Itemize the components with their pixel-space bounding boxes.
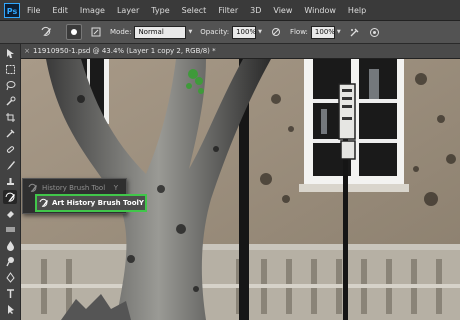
pressure-opacity-icon[interactable]	[270, 26, 282, 38]
brush-icon	[6, 160, 15, 170]
brush-tool[interactable]	[3, 158, 17, 172]
mode-label: Mode:	[110, 28, 132, 36]
menu-type[interactable]: Type	[151, 6, 169, 15]
menu-bar: Ps File Edit Image Layer Type Select Fil…	[0, 0, 460, 21]
airbrush-icon[interactable]	[349, 26, 361, 38]
gradient-tool[interactable]	[3, 222, 17, 236]
clone-stamp-tool[interactable]	[3, 174, 17, 188]
document-title: 11910950-1.psd @ 43.4% (Layer 1 copy 2, …	[33, 47, 216, 55]
opacity-label: Opacity:	[200, 28, 230, 36]
eraser-icon	[6, 210, 14, 218]
type-icon	[6, 288, 14, 298]
flyout-item-art-history-brush[interactable]: Art History Brush Tool Y	[35, 194, 147, 212]
move-tool[interactable]	[3, 46, 17, 60]
menu-edit[interactable]: Edit	[52, 6, 68, 15]
options-bar: Mode: Normal ▼ Opacity: 100% ▼ Flow: 100…	[0, 21, 460, 44]
history-brush-icon	[5, 192, 15, 202]
flyout-item-shortcut: Y	[138, 199, 144, 207]
flyout-item-shortcut: Y	[113, 184, 118, 192]
path-select-icon	[7, 304, 14, 314]
crop-tool[interactable]	[3, 110, 17, 124]
lasso-tool[interactable]	[3, 78, 17, 92]
path-select-tool[interactable]	[3, 302, 17, 316]
menu-view[interactable]: View	[273, 6, 292, 15]
lasso-icon	[6, 80, 15, 90]
chevron-down-icon[interactable]: ▼	[258, 29, 262, 35]
history-brush-flyout: History Brush Tool Y Art History Brush T…	[22, 178, 147, 214]
quick-select-tool[interactable]	[3, 94, 17, 108]
document-tab[interactable]: × 11910950-1.psd @ 43.4% (Layer 1 copy 2,…	[21, 44, 460, 59]
history-brush-icon	[41, 26, 51, 36]
menu-layer[interactable]: Layer	[117, 6, 139, 15]
flow-label: Flow:	[289, 28, 308, 36]
spot-healing-icon	[6, 145, 14, 153]
quick-select-icon	[5, 96, 15, 106]
menu-filter[interactable]: Filter	[218, 6, 238, 15]
dodge-tool[interactable]	[3, 254, 17, 268]
pen-tool[interactable]	[3, 270, 17, 284]
move-icon	[6, 48, 14, 58]
blur-tool[interactable]	[3, 238, 17, 252]
flow-field[interactable]: 100%	[310, 25, 335, 39]
flyout-item-history-brush[interactable]: History Brush Tool Y	[25, 181, 122, 195]
tools-panel	[0, 44, 21, 320]
brush-preset-picker[interactable]	[66, 24, 82, 40]
eyedropper-icon	[6, 129, 14, 137]
brush-tip-icon	[71, 29, 77, 35]
menu-help[interactable]: Help	[348, 6, 366, 15]
eyedropper-tool[interactable]	[3, 126, 17, 140]
chevron-down-icon[interactable]: ▼	[337, 29, 341, 35]
menu-select[interactable]: Select	[182, 6, 207, 15]
menu-window[interactable]: Window	[304, 6, 336, 15]
history-brush-tool[interactable]	[3, 190, 17, 204]
photoshop-logo: Ps	[4, 2, 20, 18]
type-tool[interactable]	[3, 286, 17, 300]
close-icon[interactable]: ×	[21, 44, 33, 58]
pen-icon	[5, 271, 15, 283]
dodge-icon	[5, 256, 14, 266]
eraser-tool[interactable]	[3, 206, 17, 220]
history-brush-icon	[27, 182, 39, 194]
blur-icon	[6, 240, 14, 251]
flyout-item-label: History Brush Tool	[42, 184, 106, 192]
spot-healing-tool[interactable]	[3, 142, 17, 156]
flyout-item-label: Art History Brush Tool	[52, 199, 139, 207]
menu-3d[interactable]: 3D	[250, 6, 261, 15]
crop-icon	[5, 112, 15, 122]
marquee-icon	[5, 64, 15, 74]
art-history-brush-icon	[39, 197, 49, 209]
marquee-tool[interactable]	[3, 62, 17, 76]
mode-select[interactable]: Normal	[134, 25, 187, 39]
chevron-down-icon[interactable]: ▼	[188, 29, 192, 35]
opacity-field[interactable]: 100%	[232, 25, 256, 39]
gradient-icon	[5, 226, 15, 232]
menu-file[interactable]: File	[27, 6, 40, 15]
clone-stamp-icon	[6, 177, 14, 185]
tool-preset-picker[interactable]	[40, 25, 54, 39]
brush-panel-toggle-icon[interactable]	[90, 26, 102, 38]
pressure-size-icon[interactable]	[369, 26, 381, 38]
menu-image[interactable]: Image	[80, 6, 105, 15]
